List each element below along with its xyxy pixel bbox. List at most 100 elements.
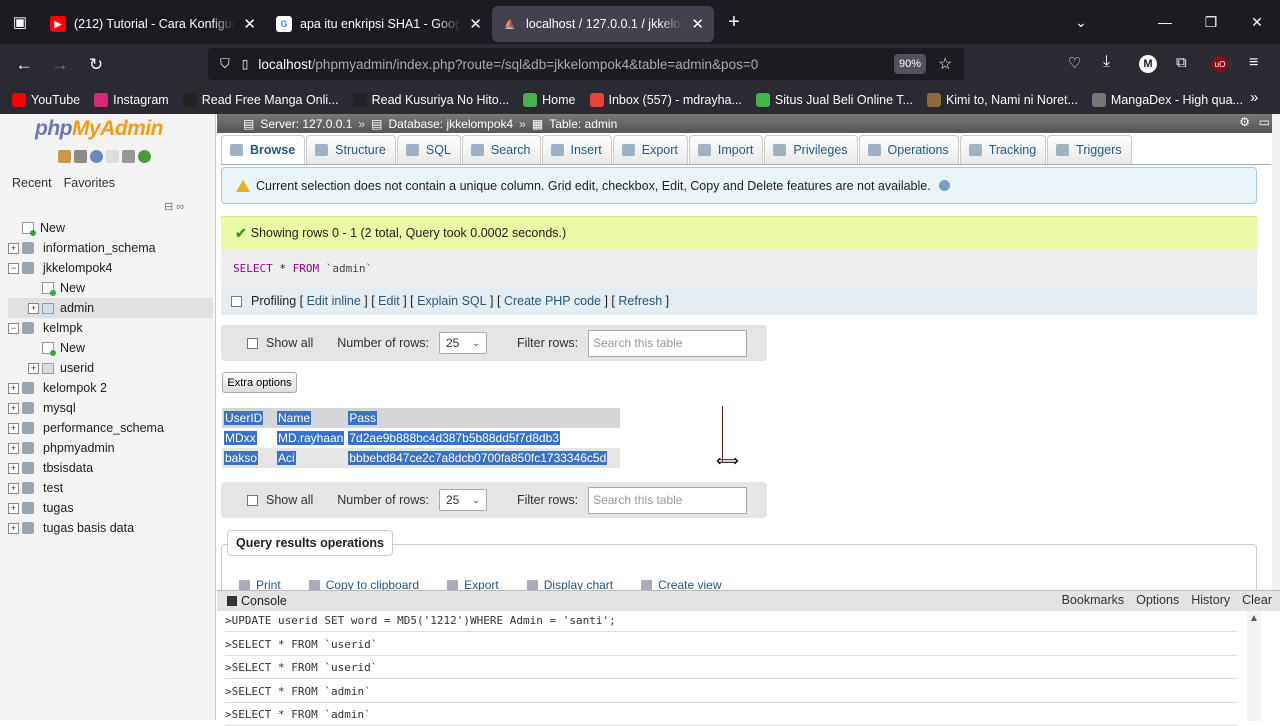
scroll-up-icon[interactable]: ▲ [1249,613,1259,624]
tree-node[interactable]: + phpmyadmin [8,438,213,458]
tree-node[interactable]: − kelmpk [8,318,213,338]
filter-rows-input[interactable]: Search this table [588,329,748,357]
favorites-tab[interactable]: Favorites [64,176,115,190]
expand-icon[interactable]: + [28,302,39,314]
console-line[interactable]: >SELECT * FROM `userid` [225,661,377,674]
tab-insert[interactable]: Insert [541,135,612,164]
shield-icon[interactable]: ⛉ [220,56,230,72]
tab-browse[interactable]: Browse [221,135,306,164]
zoom-badge[interactable]: 90% [894,54,926,74]
tree-node-label[interactable]: tbsisdata [43,461,93,475]
expand-icon[interactable]: + [8,482,19,494]
tree-node[interactable]: + admin [8,298,213,318]
tree-node[interactable]: + test [8,478,213,498]
tab-privileges[interactable]: Privileges [764,135,858,164]
bookmark-item[interactable]: Kimi to, Nami ni Noret... [926,93,1078,107]
tree-node-label[interactable]: kelmpk [43,321,83,335]
breadcrumb-database[interactable]: Database: jkkelompok4 [388,117,513,131]
tab-overview-icon[interactable]: ▣ [0,0,40,44]
docs-icon[interactable] [106,150,119,163]
console-line[interactable]: >SELECT * FROM `userid` [225,638,377,651]
collapse-icon[interactable]: − [8,262,19,274]
restore-icon[interactable]: ❐ [1188,0,1234,44]
breadcrumb-table[interactable]: Table: admin [549,117,617,131]
tab-sql[interactable]: SQL [396,135,461,164]
tree-node-label[interactable]: New [40,221,65,235]
close-tab-icon[interactable]: ✕ [469,15,482,33]
rows-select[interactable]: 25 ⌄ [438,489,487,511]
tab-triggers[interactable]: Triggers [1047,135,1132,164]
column-header[interactable]: Name [275,408,347,428]
tree-node-label[interactable]: admin [60,301,94,315]
tree-node-label[interactable]: tugas [43,501,74,515]
recent-tab[interactable]: Recent [12,176,52,190]
filter-rows-input[interactable]: Search this table [588,486,748,514]
tree-node[interactable]: + mysql [8,398,213,418]
tab-operations[interactable]: Operations [858,135,959,164]
help-icon[interactable] [90,150,103,163]
expand-icon[interactable]: + [8,242,19,254]
export-link[interactable]: Export [447,578,499,590]
bookmark-item[interactable]: Instagram [94,93,169,107]
explain-sql-link[interactable]: Explain SQL [417,294,486,308]
reload-nav-icon[interactable] [138,150,151,163]
extra-options-button[interactable]: Extra options [222,372,297,393]
breadcrumb-server[interactable]: Server: 127.0.0.1 [260,117,352,131]
print-link[interactable]: Print [239,578,281,590]
collapse-icon[interactable]: ▭ [1259,115,1270,129]
download-icon[interactable]: ⤓ [1103,53,1110,71]
settings-gear-icon[interactable]: ⚙ [1239,115,1250,129]
reload-icon[interactable]: ↻ [78,49,114,81]
display-chart-link[interactable]: Display chart [527,578,613,590]
browser-tab-2[interactable]: G apa itu enkripsi SHA1 - Google ✕ [266,6,492,42]
expand-icon[interactable]: + [8,442,19,454]
expand-icon[interactable]: + [8,522,19,534]
collapse-icon[interactable]: − [8,322,19,334]
console-bookmarks-link[interactable]: Bookmarks [1062,593,1125,607]
bookmark-item[interactable]: Inbox (557) - mdrayha... [589,93,742,107]
tree-node-label[interactable]: New [60,281,85,295]
tree-node[interactable]: + information_schema [8,238,213,258]
close-window-icon[interactable]: ✕ [1234,0,1280,44]
tab-search[interactable]: Search [461,135,541,164]
expand-icon[interactable]: + [8,382,19,394]
tree-node-label[interactable]: phpmyadmin [43,441,115,455]
expand-icon[interactable]: + [28,362,39,374]
bookmark-item[interactable]: YouTube [12,93,80,107]
tree-node-label[interactable]: performance_schema [43,421,164,435]
tree-node[interactable]: + tugas [8,498,213,518]
pocket-icon[interactable]: ♡ [1068,54,1081,72]
main-scrollbar[interactable] [1272,114,1280,590]
bookmark-item[interactable]: Situs Jual Beli Online T... [755,93,913,107]
tree-node-label[interactable]: New [60,341,85,355]
forward-icon[interactable]: → [42,49,78,81]
profiling-checkbox[interactable] [231,295,242,307]
list-all-tabs-icon[interactable]: ⌄ [1058,0,1104,44]
create-php-code-link[interactable]: Create PHP code [504,294,601,308]
close-tab-icon[interactable]: ✕ [691,15,704,33]
tree-node[interactable]: + tbsisdata [8,458,213,478]
browser-tab-1[interactable]: ▶ (212) Tutorial - Cara Konfigurasi ✕ [40,6,266,42]
bookmark-item[interactable]: Home [523,93,576,107]
tree-node[interactable]: + kelompok 2 [8,378,213,398]
home-icon[interactable] [58,150,71,163]
bookmark-item[interactable]: MangaDex - High qua... [1091,93,1243,107]
console-line[interactable]: >SELECT * FROM `admin` [225,685,371,698]
show-all-checkbox[interactable] [247,494,258,506]
browser-tab-3-active[interactable]: ⛵ localhost / 127.0.0.1 / jkkelompok ✕ [492,6,714,42]
tree-node[interactable]: New [8,278,213,298]
bookmark-star-icon[interactable]: ☆ [938,54,952,74]
tree-node-label[interactable]: tugas basis data [43,521,134,535]
tree-node-label[interactable]: information_schema [43,241,156,255]
collapse-link-icons[interactable]: ⊟ ∞ [164,200,184,213]
tree-node[interactable]: New [8,338,213,358]
bookmark-item[interactable]: Read Kusuriya No Hito... [352,93,509,107]
tab-tracking[interactable]: Tracking [959,135,1047,164]
tree-node[interactable]: + performance_schema [8,418,213,438]
extensions-icon[interactable]: ⧉ [1176,54,1187,71]
tree-node[interactable]: + userid [8,358,213,378]
menu-icon[interactable]: ≡ [1249,54,1258,72]
console-history-link[interactable]: History [1191,593,1230,607]
account-avatar-icon[interactable]: M [1139,55,1157,73]
tab-import[interactable]: Import [688,135,764,164]
